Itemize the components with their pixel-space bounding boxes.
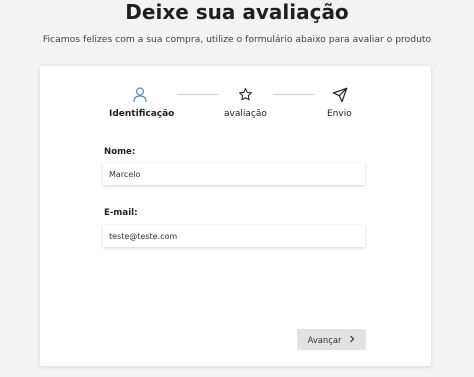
step-label: Identificação [109, 109, 175, 119]
next-button[interactable]: Avançar [297, 329, 366, 350]
page-subtitle: Ficamos felizes com a sua compra, utiliz… [42, 34, 432, 45]
review-form-card: Identificação avaliação Envio Nome: E-ma… [40, 66, 431, 366]
step-envio: Envio [320, 87, 360, 127]
next-button-label: Avançar [307, 334, 342, 345]
step-label: Envio [327, 109, 352, 119]
step-label: avaliação [224, 109, 267, 119]
chevron-right-icon [349, 335, 355, 345]
page-title: Deixe sua avaliação [125, 0, 349, 24]
step-divider [273, 94, 314, 95]
user-icon [133, 87, 147, 107]
step-identificacao: Identificação [100, 87, 180, 127]
name-label: Nome: [104, 147, 136, 157]
email-label: E-mail: [104, 208, 138, 218]
star-icon [238, 87, 253, 106]
step-avaliacao: avaliação [210, 87, 280, 127]
send-icon [332, 87, 348, 107]
email-field[interactable] [103, 225, 365, 247]
name-field[interactable] [103, 163, 365, 185]
